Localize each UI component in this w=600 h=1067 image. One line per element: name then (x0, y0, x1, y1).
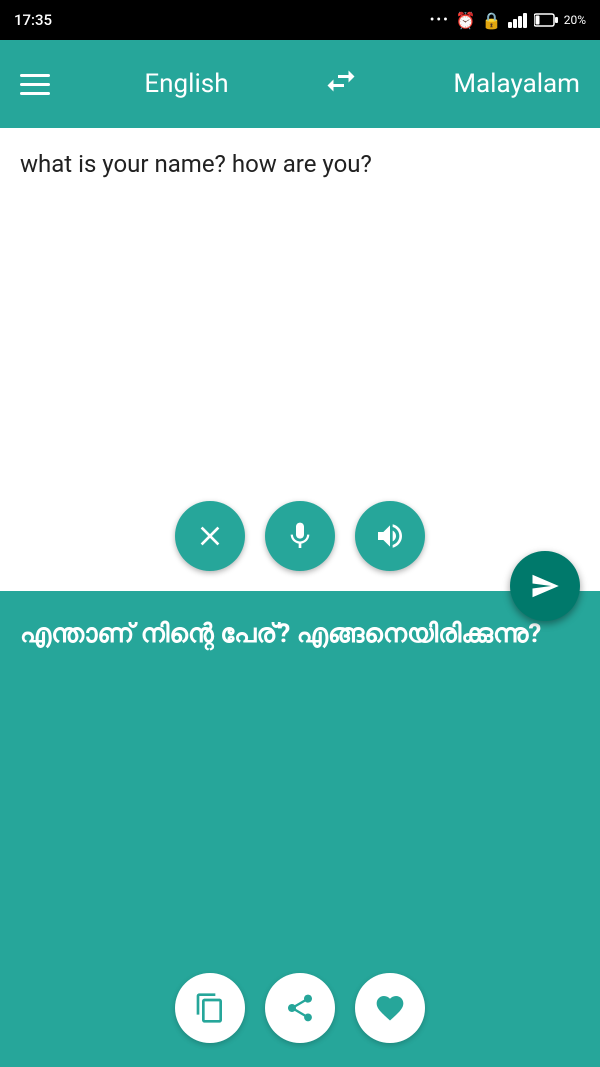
lock-icon: 🔒 (482, 11, 502, 30)
signal-icon (508, 12, 528, 28)
input-panel: what is your name? how are you? (0, 128, 600, 591)
main-content: what is your name? how are you? (0, 128, 600, 1067)
output-actions (0, 973, 600, 1043)
navbar: English Malayalam (0, 40, 600, 128)
mic-icon (284, 520, 316, 552)
target-language[interactable]: Malayalam (453, 69, 580, 99)
signal-dots-icon: ••• (430, 12, 450, 28)
source-language[interactable]: English (144, 69, 228, 99)
status-icons: ••• ⏰ 🔒 20% (430, 11, 586, 30)
battery-percent: 20% (564, 13, 586, 27)
copy-icon (194, 992, 226, 1024)
status-bar: 17:35 ••• ⏰ 🔒 20% (0, 0, 600, 40)
source-text[interactable]: what is your name? how are you? (20, 148, 580, 511)
output-panel: എന്താണ് നിന്റെ പേര്? എങ്ങനെയിരിക്കുന്നു? (0, 591, 600, 1067)
clear-icon (194, 520, 226, 552)
share-icon (284, 992, 316, 1024)
favorite-button[interactable] (355, 973, 425, 1043)
clear-button[interactable] (175, 501, 245, 571)
copy-button[interactable] (175, 973, 245, 1043)
mic-button[interactable] (265, 501, 335, 571)
battery-icon (534, 13, 558, 27)
input-actions (0, 501, 600, 571)
swap-icon (323, 63, 359, 99)
status-time: 17:35 (14, 11, 52, 29)
translated-text: എന്താണ് നിന്റെ പേര്? എങ്ങനെയിരിക്കുന്നു? (20, 615, 580, 654)
share-button[interactable] (265, 973, 335, 1043)
send-icon (530, 571, 560, 601)
send-button[interactable] (510, 551, 580, 621)
favorite-icon (374, 992, 406, 1024)
alarm-icon: ⏰ (456, 11, 476, 30)
speaker-icon (374, 520, 406, 552)
swap-languages-button[interactable] (323, 63, 359, 106)
speaker-button[interactable] (355, 501, 425, 571)
menu-icon[interactable] (20, 74, 50, 95)
